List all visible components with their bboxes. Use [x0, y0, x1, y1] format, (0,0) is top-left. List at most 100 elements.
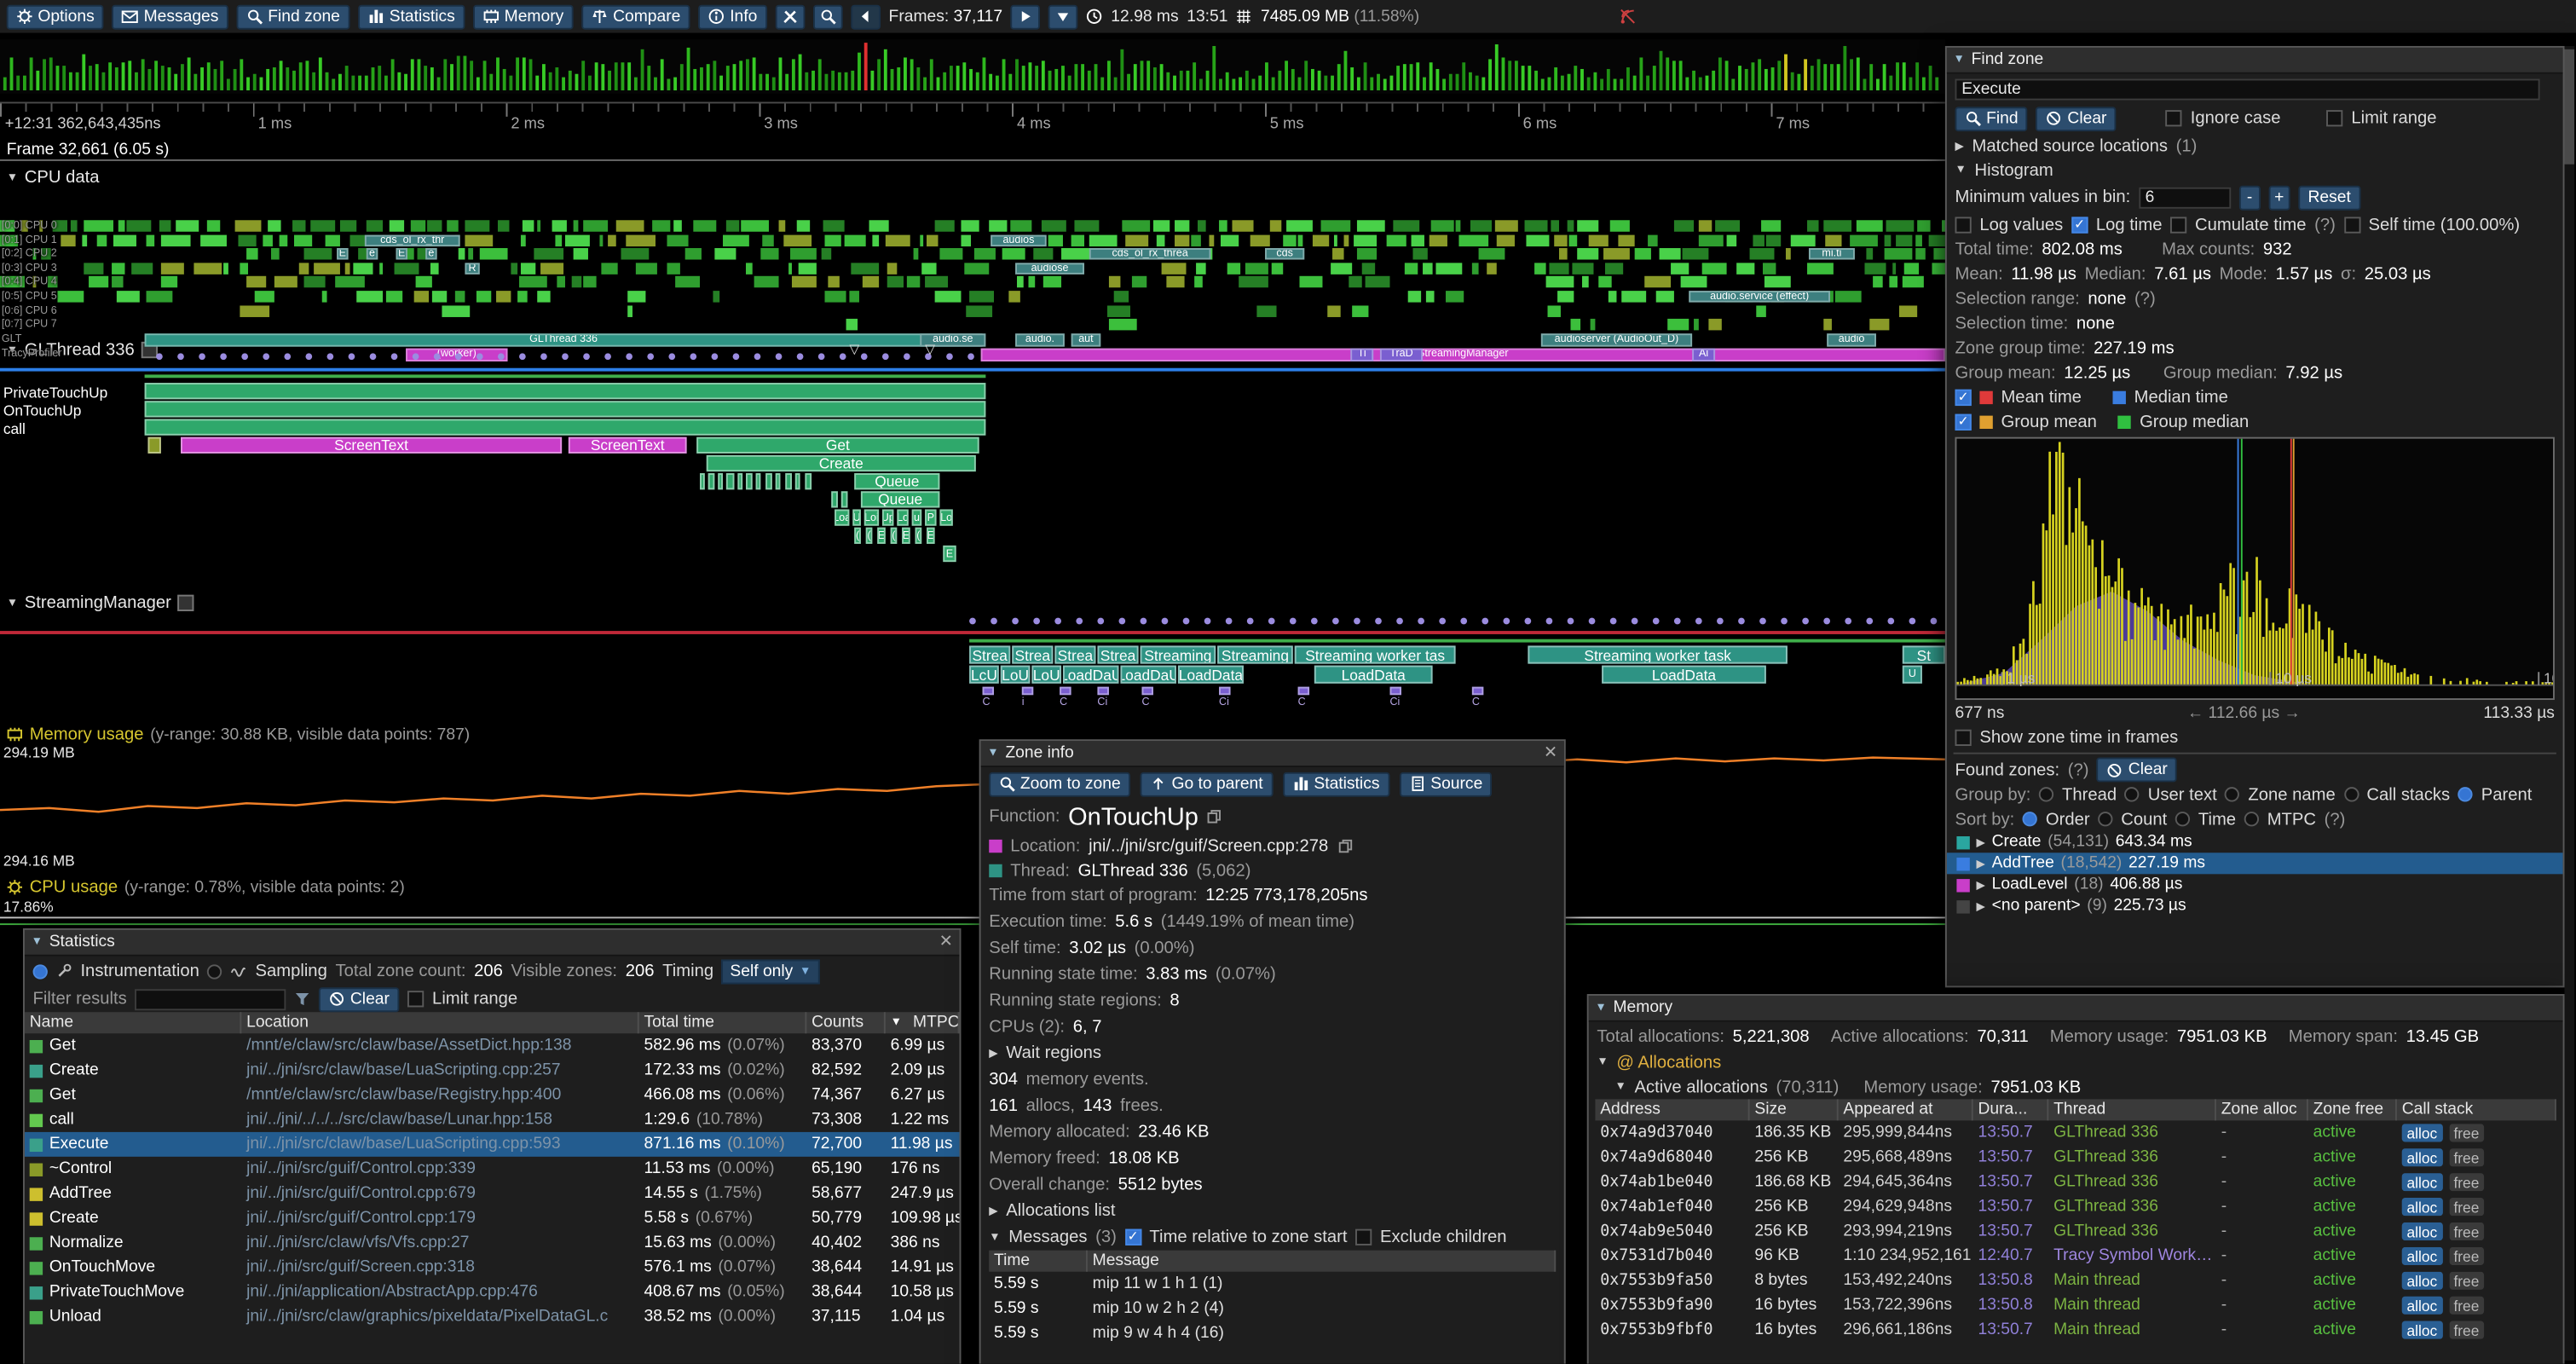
allocation-row[interactable]: 0x74ab1ef040256 KB294,629,948ns13:50.7GL… — [1595, 1194, 2556, 1219]
alloc-callstack-button[interactable]: alloc — [2402, 1247, 2442, 1265]
zone-bar[interactable]: E — [943, 546, 956, 562]
timeline-row[interactable]: EeEecds_ol_rx_threacdsmi.ti[0:2] CPU 2 — [0, 248, 1945, 259]
group-by-radio-user-text[interactable] — [2125, 787, 2140, 801]
zone-bar[interactable]: Create — [707, 455, 976, 471]
draw-group-checkbox[interactable]: ✓ — [1955, 413, 1971, 430]
cpu-zone[interactable]: cds_ol_rx_thr — [365, 234, 460, 246]
cpu-zone[interactable]: mi.ti — [1809, 248, 1855, 259]
toolbar-button-compare[interactable]: Compare — [581, 4, 690, 29]
message-dot[interactable] — [797, 353, 804, 360]
filter-input[interactable] — [135, 988, 286, 1009]
ignore-case-checkbox[interactable] — [2166, 110, 2182, 126]
frame-overview-strip[interactable] — [0, 39, 1945, 94]
zone-bar[interactable] — [700, 473, 705, 489]
close-icon[interactable]: ✕ — [939, 933, 953, 951]
message-dot[interactable] — [156, 353, 163, 360]
message-dot[interactable] — [1204, 618, 1211, 625]
message-dot[interactable] — [1909, 618, 1916, 625]
min-bin-plus-button[interactable]: + — [2268, 185, 2290, 210]
reset-button[interactable]: Reset — [2298, 185, 2360, 210]
cpu-usage-header[interactable]: CPU usage (y-range: 0.78%, visible data … — [7, 877, 405, 897]
find-clear-button[interactable]: Clear — [2036, 106, 2117, 130]
zone-bar[interactable] — [145, 383, 986, 399]
toolbar-button-memory[interactable]: Memory — [473, 4, 574, 29]
message-dot[interactable] — [327, 353, 334, 360]
message-dot[interactable] — [1525, 618, 1532, 625]
zone-bar[interactable]: E — [902, 528, 910, 544]
zone-bar[interactable] — [726, 473, 735, 489]
message-dot[interactable] — [477, 353, 483, 360]
zone-bar[interactable]: P — [925, 509, 936, 525]
timeline-row[interactable]: Raudiose[0:3] CPU 3 — [0, 263, 1945, 274]
allocation-row[interactable]: 0x7553b9fbf016 bytes296,661,186ns13:50.7… — [1595, 1318, 2556, 1343]
allocation-row[interactable]: 0x7553b9fa9016 bytes153,722,396ns13:50.8… — [1595, 1293, 2556, 1318]
zone-bar[interactable]: LoadData — [1178, 666, 1244, 684]
message-dot[interactable] — [1033, 618, 1040, 625]
message-dot[interactable] — [904, 353, 910, 360]
message-dot[interactable] — [1866, 618, 1873, 625]
stats-row[interactable]: Get/mnt/e/claw/src/claw/base/Registry.hp… — [25, 1083, 960, 1107]
zone-bar[interactable]: u — [912, 509, 922, 525]
message-dot[interactable] — [1183, 618, 1190, 625]
cpu-zone[interactable]: audio.service (effect) — [1689, 291, 1830, 302]
thread-name[interactable]: GLThread 336 — [1078, 860, 1188, 880]
cumulate-time-checkbox[interactable] — [2170, 216, 2186, 232]
message-row[interactable]: 5.59 smip 10 w 2 h 2 (4) — [989, 1297, 1556, 1321]
message-dot[interactable] — [1653, 618, 1660, 625]
message-dot[interactable] — [241, 353, 248, 360]
message-dot[interactable] — [370, 353, 377, 360]
message-dot[interactable] — [840, 353, 846, 360]
message-dot[interactable] — [1311, 618, 1318, 625]
message-dot[interactable] — [1802, 618, 1809, 625]
found-zone-row[interactable]: ▶LoadLevel(18)406.88 µs — [1947, 874, 2563, 895]
zone-mark[interactable] — [1472, 687, 1483, 696]
cpu-zone[interactable]: StreamingManager — [981, 348, 1945, 361]
cpu-zone[interactable]: audios — [991, 234, 1047, 246]
message-dot[interactable] — [199, 353, 205, 360]
zone-bar[interactable] — [756, 473, 761, 489]
cpu-data-header[interactable]: ▼CPU data — [7, 168, 100, 188]
go-to-parent-button[interactable]: Go to parent — [1141, 772, 1273, 796]
cpu-zone[interactable]: cds — [1265, 248, 1304, 259]
message-dot[interactable] — [1931, 618, 1938, 625]
stats-row[interactable]: Executejni/../jni/src/claw/base/LuaScrip… — [25, 1132, 960, 1157]
zone-bar[interactable]: Strea — [1054, 645, 1095, 663]
zoom-search-button[interactable] — [813, 4, 843, 29]
message-dot[interactable] — [540, 353, 547, 360]
free-callstack-button[interactable]: free — [2449, 1222, 2484, 1240]
sort-by-radio-time[interactable] — [2175, 812, 2190, 826]
message-dot[interactable] — [604, 353, 611, 360]
stats-row[interactable]: Get/mnt/e/claw/src/claw/base/AssetDict.h… — [25, 1033, 960, 1058]
zone-statistics-button[interactable]: Statistics — [1283, 772, 1389, 796]
statistics-titlebar[interactable]: ▼Statistics ✕ — [25, 930, 960, 957]
timeline-row[interactable]: [0:6] CPU 6 — [0, 305, 1945, 316]
zone-bar[interactable] — [776, 473, 781, 489]
timeline-row[interactable]: audio.service (effect)[0:5] CPU 5 — [0, 291, 1945, 302]
alloc-callstack-button[interactable]: alloc — [2402, 1198, 2442, 1216]
stats-row[interactable]: calljni/../jni/../../../src/claw/base/Lu… — [25, 1107, 960, 1132]
message-dot[interactable] — [1118, 618, 1125, 625]
goto-frame-button[interactable] — [1048, 4, 1078, 29]
zone-bar[interactable]: LoadData — [1314, 666, 1433, 684]
zone-bar[interactable]: ( — [866, 528, 873, 544]
toolbar-button-messages[interactable]: Messages — [113, 4, 228, 29]
zone-mark[interactable] — [1022, 687, 1033, 696]
funnel-icon[interactable] — [294, 991, 310, 1007]
zone-mark[interactable] — [983, 687, 994, 696]
zone-mark[interactable] — [1141, 687, 1152, 696]
message-dot[interactable] — [818, 353, 825, 360]
prev-frame-button[interactable] — [851, 4, 881, 29]
alloc-callstack-button[interactable]: alloc — [2402, 1173, 2442, 1191]
zone-bar[interactable]: Lo — [897, 509, 908, 525]
min-bin-input[interactable] — [2139, 187, 2231, 208]
stats-row[interactable]: Createjni/../jni/src/guif/Control.cpp:17… — [25, 1206, 960, 1231]
message-dot[interactable] — [626, 353, 632, 360]
zone-bar[interactable] — [746, 473, 753, 489]
zone-mark[interactable] — [1097, 687, 1108, 696]
zone-bar[interactable] — [795, 473, 800, 489]
cpu-zone[interactable]: audioserver (AudioOut_D) — [1541, 332, 1692, 345]
message-dot[interactable] — [1076, 618, 1083, 625]
free-callstack-button[interactable]: free — [2449, 1297, 2484, 1315]
message-row[interactable]: 5.59 smip 11 w 1 h 1 (1) — [989, 1272, 1556, 1297]
found-zone-row[interactable]: ▶AddTree(18,542)227.19 ms — [1947, 852, 2563, 874]
